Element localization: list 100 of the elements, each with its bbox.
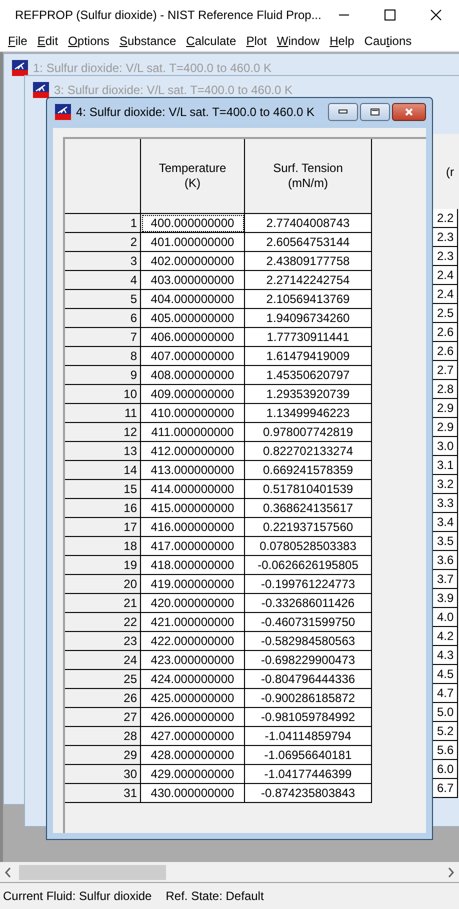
horizontal-scrollbar[interactable] [0, 862, 459, 882]
table-cell: 4.5 [432, 665, 458, 684]
table-cell[interactable]: 428.000000000 [141, 746, 245, 765]
table-cell[interactable]: 0.0780528503383 [245, 537, 372, 556]
table-cell: 5.0 [432, 703, 458, 722]
table-cell[interactable]: 2.43809177758 [245, 252, 372, 271]
status-text: Ref. State: Default [166, 889, 264, 903]
table-cell[interactable]: -0.199761224773 [245, 575, 372, 594]
table-cell[interactable]: 429.000000000 [141, 765, 245, 784]
table-cell: 4.2 [432, 627, 458, 646]
table-cell[interactable]: -0.582984580563 [245, 632, 372, 651]
restore-button[interactable] [360, 103, 390, 121]
table-cell[interactable]: -1.04114859794 [245, 727, 372, 746]
window-title: 4: Sulfur dioxide: V/L sat. T=400.0 to 460.0 K [76, 105, 314, 119]
table-cell[interactable]: -0.0626626195805 [245, 556, 372, 575]
table-cell[interactable]: 1.77730911441 [245, 328, 372, 347]
table-cell: 6.0 [432, 760, 458, 779]
table-cell[interactable]: 420.000000000 [141, 594, 245, 613]
menu-item[interactable]: File [4, 34, 34, 48]
table-cell: 3.0 [432, 437, 458, 456]
table-cell[interactable]: 410.000000000 [141, 404, 245, 423]
table-cell[interactable]: 408.000000000 [141, 366, 245, 385]
table-cell[interactable]: 416.000000000 [141, 518, 245, 537]
table-cell[interactable]: 424.000000000 [141, 670, 245, 689]
table-cell[interactable]: 422.000000000 [141, 632, 245, 651]
column-header: (r [446, 164, 454, 178]
menu-item[interactable]: Calculate [182, 34, 242, 48]
table-cell[interactable]: 2.27142242754 [245, 271, 372, 290]
table-cell[interactable]: 0.822702133274 [245, 442, 372, 461]
nist-logo-icon [33, 82, 49, 98]
table-cell[interactable]: 406.000000000 [141, 328, 245, 347]
table-cell[interactable]: 425.000000000 [141, 689, 245, 708]
table-cell[interactable]: 430.000000000 [141, 784, 245, 803]
table-cell[interactable]: 1.94096734260 [245, 309, 372, 328]
table-cell[interactable]: 1.45350620797 [245, 366, 372, 385]
table-cell[interactable]: 414.000000000 [141, 480, 245, 499]
table-cell[interactable]: 0.221937157560 [245, 518, 372, 537]
table-cell: 2.8 [432, 380, 458, 399]
table-cell[interactable]: 427.000000000 [141, 727, 245, 746]
table-cell[interactable]: 402.000000000 [141, 252, 245, 271]
table-cell[interactable]: 1.61479419009 [245, 347, 372, 366]
table-cell[interactable]: -0.981059784992 [245, 708, 372, 727]
table-cell[interactable]: 421.000000000 [141, 613, 245, 632]
scroll-thumb[interactable] [19, 864, 166, 880]
table-cell[interactable]: 0.368624135617 [245, 499, 372, 518]
table-cell[interactable]: -0.804796444336 [245, 670, 372, 689]
table-cell[interactable]: 417.000000000 [141, 537, 245, 556]
table-cell[interactable]: 2.77404008743 [245, 214, 372, 233]
close-button[interactable] [392, 103, 426, 121]
table-cell[interactable]: 400.000000000 [141, 214, 245, 233]
table-cell[interactable]: 409.000000000 [141, 385, 245, 404]
table-cell: 3.4 [432, 513, 458, 532]
table-cell[interactable]: 415.000000000 [141, 499, 245, 518]
menu-item[interactable]: Options [64, 34, 116, 48]
table-cell[interactable]: -0.874235803843 [245, 784, 372, 803]
menu-item[interactable]: Help [326, 34, 360, 48]
table-cell[interactable]: 413.000000000 [141, 461, 245, 480]
table-cell[interactable]: 411.000000000 [141, 423, 245, 442]
table-cell: 5.6 [432, 741, 458, 760]
table-cell: 5.2 [432, 722, 458, 741]
nist-logo-icon [55, 104, 71, 120]
nist-logo-icon [12, 60, 28, 76]
table-cell: 3.7 [432, 570, 458, 589]
table-cell[interactable]: 423.000000000 [141, 651, 245, 670]
table-cell: 2.5 [432, 304, 458, 323]
status-text: Current Fluid: Sulfur dioxide [3, 889, 152, 903]
table-cell[interactable]: 405.000000000 [141, 309, 245, 328]
minimize-button[interactable] [328, 103, 358, 121]
table-cell[interactable]: 2.60564753144 [245, 233, 372, 252]
menu-item[interactable]: Edit [33, 34, 64, 48]
table-cell[interactable]: -0.900286185872 [245, 689, 372, 708]
table-cell[interactable]: -1.06956640181 [245, 746, 372, 765]
table-cell[interactable]: 407.000000000 [141, 347, 245, 366]
table-cell[interactable]: 1.29353920739 [245, 385, 372, 404]
table-cell[interactable]: 0.669241578359 [245, 461, 372, 480]
table-cell[interactable]: 403.000000000 [141, 271, 245, 290]
table-cell[interactable]: 426.000000000 [141, 708, 245, 727]
table-cell[interactable]: 419.000000000 [141, 575, 245, 594]
minimize-icon [338, 108, 348, 116]
table-cell: 3.1 [432, 456, 458, 475]
table-cell: 2.9 [432, 399, 458, 418]
table-cell: 2.4 [432, 285, 458, 304]
menu-item[interactable]: Window [272, 34, 326, 48]
table-cell[interactable]: 412.000000000 [141, 442, 245, 461]
table-cell[interactable]: -0.698229900473 [245, 651, 372, 670]
table-cell[interactable]: 404.000000000 [141, 290, 245, 309]
table-cell[interactable]: 0.517810401539 [245, 480, 372, 499]
menu-item[interactable]: Plot [242, 34, 273, 48]
table-cell[interactable]: 1.13499946223 [245, 404, 372, 423]
table-cell[interactable]: 2.10569413769 [245, 290, 372, 309]
table-cell[interactable]: 418.000000000 [141, 556, 245, 575]
table-cell[interactable]: -0.460731599750 [245, 613, 372, 632]
table-cell[interactable]: -0.332686011426 [245, 594, 372, 613]
table-cell: 3.3 [432, 494, 458, 513]
menu-item[interactable]: Substance [115, 34, 182, 48]
table-cell[interactable]: -1.04177446399 [245, 765, 372, 784]
table-cell[interactable]: 0.978007742819 [245, 423, 372, 442]
table-cell[interactable]: 401.000000000 [141, 233, 245, 252]
menu-item[interactable]: Cautions [360, 34, 418, 48]
table-cell: 6.7 [432, 779, 458, 798]
